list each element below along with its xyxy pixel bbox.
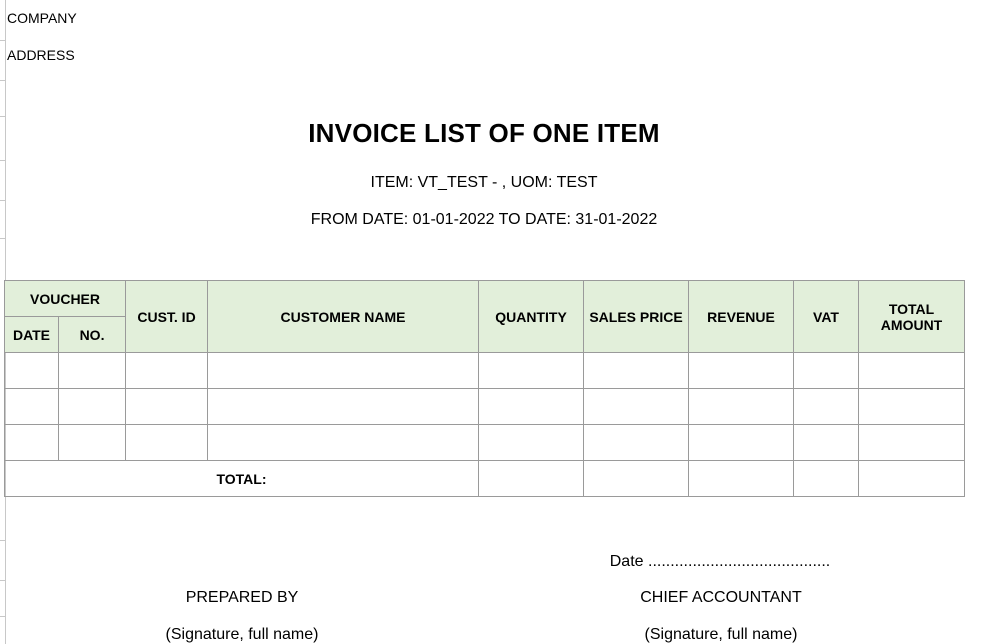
cell-revenue[interactable]: [688, 424, 795, 461]
cell-total-amount[interactable]: [858, 388, 966, 425]
table-row: [4, 388, 966, 425]
date-range-line: FROM DATE: 01-01-2022 TO DATE: 31-01-202…: [310, 211, 658, 228]
cell-date[interactable]: [4, 388, 59, 425]
row-divider: [0, 540, 5, 541]
cell-date[interactable]: [4, 424, 59, 461]
table-row: [4, 424, 966, 461]
row-divider: [0, 116, 5, 117]
cell-cust-id[interactable]: [125, 424, 209, 461]
header-voucher: VOUCHER: [3, 280, 127, 317]
header-total-amount-line1: TOTAL: [888, 300, 935, 317]
signature-date-line: Date ...................................…: [609, 553, 831, 570]
header-no: NO.: [57, 316, 127, 353]
total-row: TOTAL:: [3, 460, 966, 497]
cell-sales-price[interactable]: [583, 388, 690, 425]
cell-sales-price[interactable]: [583, 352, 690, 389]
cell-quantity[interactable]: [478, 388, 585, 425]
cell-vat[interactable]: [793, 424, 860, 461]
report-title: INVOICE LIST OF ONE ITEM: [308, 118, 660, 148]
header-vat: VAT: [793, 280, 860, 353]
row-divider: [0, 580, 5, 581]
header-quantity: QUANTITY: [478, 280, 585, 353]
prepared-by-note: (Signature, full name): [165, 626, 319, 643]
cell-no[interactable]: [57, 424, 127, 461]
header-revenue: REVENUE: [688, 280, 795, 353]
chief-accountant-note: (Signature, full name): [644, 626, 798, 643]
cell-quantity[interactable]: [478, 424, 585, 461]
row-divider: [0, 40, 5, 41]
header-total-amount: TOTAL AMOUNT: [858, 280, 966, 353]
invoice-table: VOUCHER CUST. ID CUSTOMER NAME QUANTITY …: [3, 280, 966, 497]
header-customer-name: CUSTOMER NAME: [207, 280, 480, 353]
cell-customer-name[interactable]: [207, 388, 480, 425]
cell-customer-name[interactable]: [207, 352, 480, 389]
cell-customer-name[interactable]: [207, 424, 480, 461]
cell-sales-price[interactable]: [583, 424, 690, 461]
cell-quantity[interactable]: [478, 352, 585, 389]
row-divider: [0, 200, 5, 201]
header-sales-price: SALES PRICE: [583, 280, 690, 353]
total-vat[interactable]: [793, 460, 860, 497]
prepared-by-label: PREPARED BY: [185, 589, 299, 606]
address-label: ADDRESS: [7, 47, 75, 63]
cell-cust-id[interactable]: [125, 388, 209, 425]
item-line: ITEM: VT_TEST - , UOM: TEST: [370, 174, 598, 191]
cell-no[interactable]: [57, 388, 127, 425]
table-row: [4, 352, 966, 389]
cell-date[interactable]: [4, 352, 59, 389]
total-revenue[interactable]: [688, 460, 795, 497]
total-label: TOTAL:: [3, 460, 480, 497]
total-amount[interactable]: [858, 460, 966, 497]
header-total-amount-line2: AMOUNT: [880, 316, 943, 333]
cell-vat[interactable]: [793, 388, 860, 425]
total-quantity[interactable]: [478, 460, 585, 497]
row-divider: [0, 160, 5, 161]
row-divider: [0, 80, 5, 81]
header-date: DATE: [4, 316, 59, 353]
chief-accountant-label: CHIEF ACCOUNTANT: [640, 589, 802, 606]
cell-revenue[interactable]: [688, 352, 795, 389]
row-divider: [0, 238, 5, 239]
header-cust-id: CUST. ID: [125, 280, 209, 353]
cell-vat[interactable]: [793, 352, 860, 389]
cell-total-amount[interactable]: [858, 352, 966, 389]
total-sales-price[interactable]: [583, 460, 690, 497]
cell-total-amount[interactable]: [858, 424, 966, 461]
company-label: COMPANY: [7, 10, 77, 26]
cell-cust-id[interactable]: [125, 352, 209, 389]
row-divider: [0, 616, 5, 617]
cell-no[interactable]: [57, 352, 127, 389]
cell-revenue[interactable]: [688, 388, 795, 425]
